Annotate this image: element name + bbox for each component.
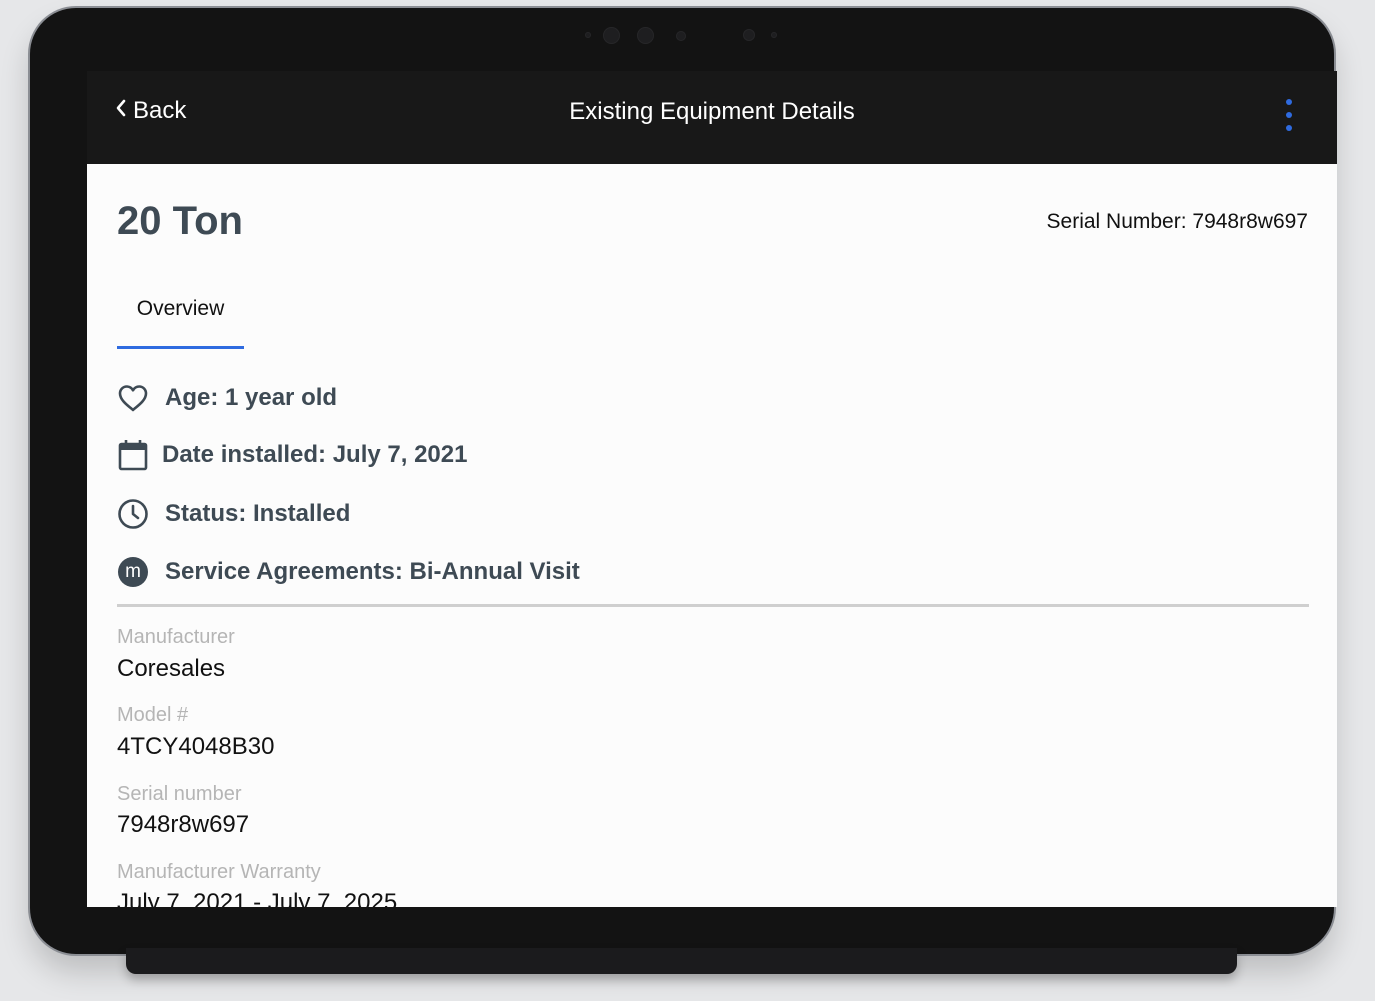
camera-sensor	[637, 27, 654, 44]
more-vertical-icon-dot	[1286, 112, 1292, 118]
active-tab-indicator	[117, 346, 244, 349]
model-value: 4TCY4048B30	[117, 733, 275, 760]
model-label: Model #	[117, 704, 189, 726]
clock-icon	[117, 498, 149, 530]
manufacturer-label: Manufacturer	[117, 626, 235, 648]
tablet-base	[126, 948, 1237, 974]
age-row: Age: 1 year old	[117, 382, 337, 414]
manufacturer-value: Coresales	[117, 655, 226, 682]
navigation-bar: Back Existing Equipment Details	[87, 71, 1337, 164]
camera-sensor	[743, 29, 755, 41]
age-text: Age: 1 year old	[165, 384, 338, 411]
date-installed-row: Date installed: July 7, 2021	[117, 439, 467, 471]
camera-lens	[676, 31, 686, 41]
tab-overview-label: Overview	[136, 297, 225, 320]
service-badge: m	[118, 557, 148, 587]
equipment-title: 20 Ton	[117, 199, 243, 243]
serial-number-value: 7948r8w697	[117, 811, 250, 838]
status-text: Status: Installed	[165, 500, 351, 527]
camera-sensor	[585, 32, 591, 38]
camera-sensor	[603, 27, 620, 44]
service-agreements-text: Service Agreements: Bi-Annual Visit	[165, 558, 580, 585]
more-options-button[interactable]	[1277, 99, 1301, 131]
warranty-label: Manufacturer Warranty	[117, 861, 321, 883]
app-screen: Back Existing Equipment Details 20 Ton S…	[87, 71, 1337, 907]
tab-overview[interactable]: Overview	[117, 297, 244, 349]
service-badge-icon: m	[117, 556, 149, 588]
status-row: Status: Installed	[117, 498, 350, 530]
calendar-icon	[117, 439, 149, 471]
warranty-value: July 7, 2021 - July 7, 2025	[117, 889, 398, 907]
heart-icon	[117, 382, 149, 414]
more-vertical-icon-dot	[1286, 99, 1292, 105]
section-divider	[117, 604, 1309, 607]
tablet-frame: Back Existing Equipment Details 20 Ton S…	[30, 8, 1337, 954]
serial-number-label: Serial number	[117, 783, 242, 805]
page-title: Existing Equipment Details	[569, 98, 855, 125]
serial-number-header: Serial Number: 7948r8w697	[1046, 210, 1308, 233]
camera-sensor	[771, 32, 777, 38]
service-agreements-row: m Service Agreements: Bi-Annual Visit	[117, 556, 580, 588]
date-installed-text: Date installed: July 7, 2021	[162, 441, 468, 468]
more-vertical-icon-dot	[1286, 125, 1292, 131]
